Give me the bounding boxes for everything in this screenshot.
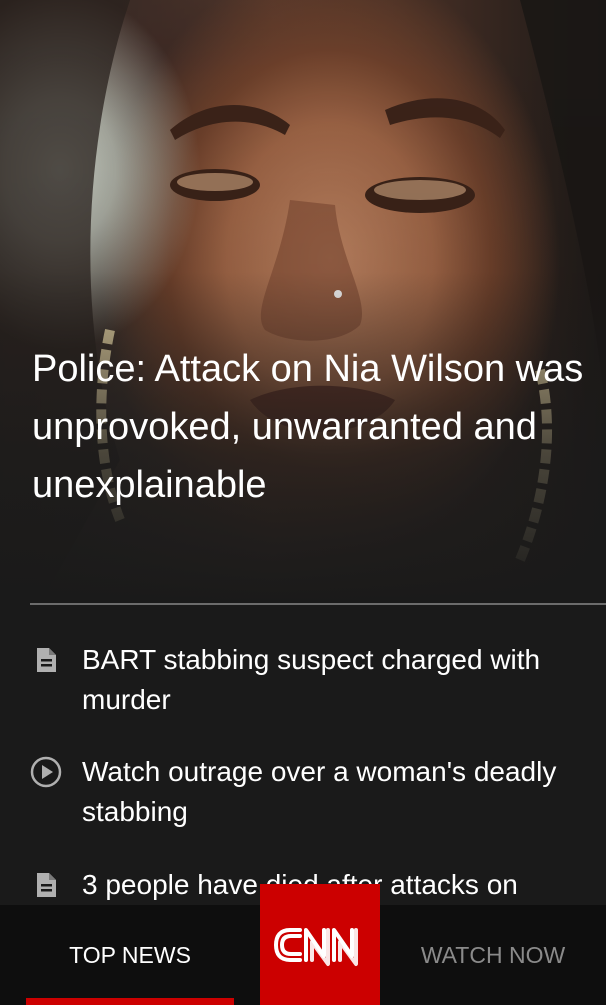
active-tab-indicator: [26, 998, 234, 1005]
cnn-logo-button[interactable]: [260, 884, 380, 1005]
tab-top-news[interactable]: TOP NEWS: [0, 905, 260, 1005]
document-icon: [30, 869, 62, 901]
tab-watch-now[interactable]: WATCH NOW: [380, 905, 606, 1005]
play-circle-icon: [30, 756, 62, 788]
hero-gradient-overlay: [0, 0, 606, 605]
hero-headline[interactable]: Police: Attack on Nia Wilson was unprovo…: [32, 340, 592, 514]
hero-image[interactable]: Police: Attack on Nia Wilson was unprovo…: [0, 0, 606, 605]
divider: [30, 603, 606, 605]
cnn-logo-icon: [274, 927, 358, 966]
related-story-text: Watch outrage over a woman's deadly stab…: [82, 756, 557, 827]
related-story-text: BART stabbing suspect charged with murde…: [82, 644, 541, 715]
document-icon: [30, 644, 62, 676]
